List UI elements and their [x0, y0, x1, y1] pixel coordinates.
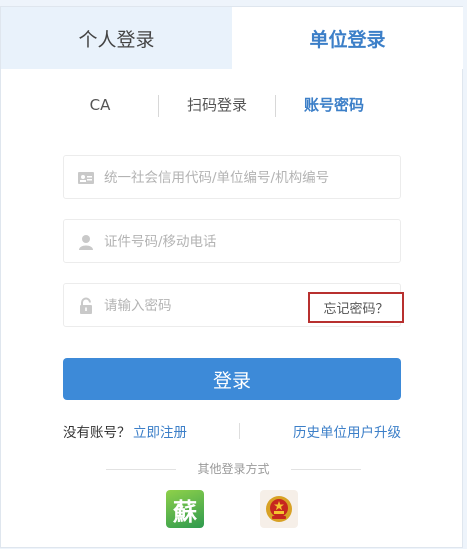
- other-login-divider: 其他登录方式: [106, 460, 361, 478]
- login-panel: 个人登录 单位登录 CA 扫码登录 账号密码 统一社会信用代码/单位编号/机构编…: [0, 6, 463, 548]
- method-tab-password[interactable]: 账号密码: [288, 89, 380, 121]
- id-phone-input[interactable]: [102, 220, 386, 264]
- emblem-graphic: [266, 496, 292, 522]
- divider: [158, 95, 159, 117]
- user-icon: [79, 235, 93, 250]
- tab-personal-label: 个人登录: [78, 28, 155, 51]
- upgrade-link[interactable]: 历史单位用户升级: [293, 421, 401, 441]
- id-phone-field: [63, 219, 401, 264]
- method-tab-scan[interactable]: 扫码登录: [171, 89, 263, 121]
- jiangsu-glyph: 蘇: [173, 496, 197, 526]
- tab-personal-login[interactable]: 个人登录: [1, 7, 232, 69]
- login-method-tabs: CA 扫码登录 账号密码: [1, 89, 464, 121]
- credit-code-input[interactable]: [102, 156, 386, 200]
- tab-unit-login[interactable]: 单位登录: [232, 7, 463, 69]
- tab-unit-label: 单位登录: [309, 28, 386, 51]
- password-input[interactable]: [102, 284, 296, 328]
- divider-line: [291, 469, 361, 470]
- register-row: 没有账号？ 立即注册 历史单位用户升级: [63, 421, 401, 441]
- divider: [275, 95, 276, 117]
- method-tab-ca[interactable]: CA: [61, 89, 139, 121]
- lock-icon: [80, 297, 92, 314]
- jiangsu-app-icon[interactable]: 蘇: [166, 490, 204, 528]
- credit-code-field: [63, 155, 401, 200]
- forgot-password-link[interactable]: 忘记密码？: [308, 292, 404, 323]
- no-account-text: 没有账号？: [63, 425, 131, 441]
- register-link[interactable]: 立即注册: [133, 421, 187, 441]
- id-card-icon: [78, 172, 94, 184]
- password-field: 忘记密码？: [63, 283, 404, 328]
- divider: [239, 423, 240, 439]
- national-emblem-icon[interactable]: [260, 490, 298, 528]
- login-button[interactable]: 登录: [63, 358, 401, 400]
